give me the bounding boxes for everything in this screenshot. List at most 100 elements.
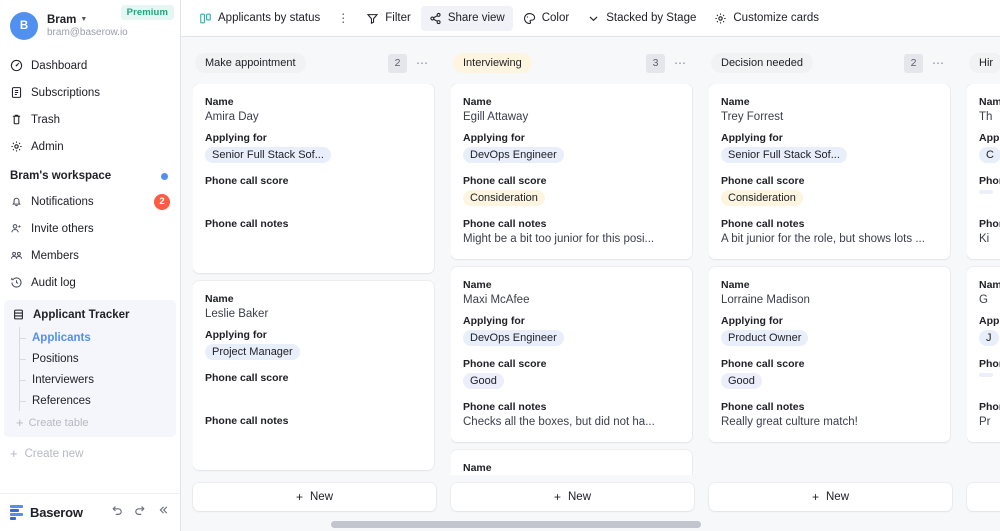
field-label-applying-for: Applying for	[463, 132, 525, 144]
sidebar-item-members[interactable]: Members	[0, 242, 180, 269]
gear-icon	[714, 12, 727, 25]
sidebar-table-applicants[interactable]: Applicants	[19, 327, 176, 348]
kanban-card[interactable]: Name Leslie Baker Applying for Project Mana…	[193, 281, 434, 470]
add-card-button[interactable]: + New	[451, 483, 694, 511]
stacked-by-button[interactable]: Stacked by Stage	[579, 6, 704, 31]
sidebar-footer: Baserow	[0, 493, 180, 531]
sidebar-item-notifications[interactable]: Notifications 2	[0, 188, 180, 215]
audit-log-icon	[10, 276, 23, 289]
sidebar-item-invite-others[interactable]: Invite others	[0, 215, 180, 242]
kanban-column-body[interactable]: Name Th Applying for C Phone call score Phon…	[967, 84, 1000, 475]
field-label-phone-call-notes: Phone call notes	[205, 218, 289, 230]
database-header-button[interactable]: Applicant Tracker	[4, 302, 176, 327]
field-value-phone-call-score: Good	[463, 373, 504, 389]
plus-icon: +	[811, 490, 819, 504]
kanban-card[interactable]: Name Egill Attaway Applying for DevOps Engi…	[451, 84, 692, 259]
workspace-status-dot	[161, 172, 168, 180]
kanban-column-body[interactable]: Name Egill Attaway Applying for DevOps Engi…	[451, 84, 694, 475]
field-value-applying-for: Product Owner	[721, 330, 809, 346]
plus-icon: +	[10, 446, 18, 461]
kanban-card[interactable]: NameNameApplying forPhone call scorePhon…	[451, 450, 692, 475]
field-value-applying-for-wrap: Project Manager	[205, 344, 422, 363]
sidebar-item-audit-log[interactable]: Audit log	[0, 269, 180, 296]
add-card-button[interactable]: +New	[709, 483, 952, 511]
field-value-phone-call-notes: Ki	[979, 233, 990, 245]
sidebar-item-subscriptions[interactable]: Subscriptions	[0, 79, 180, 106]
collapse-sidebar-icon[interactable]	[156, 503, 170, 522]
kanban-card[interactable]: Name Trey Forrest Applying for Senior Full …	[709, 84, 950, 259]
field-value-applying-for: DevOps Engineer	[463, 330, 564, 346]
kanban-card[interactable]: Name Lorraine Madison Applying for Product …	[709, 267, 950, 442]
sidebar-table-references[interactable]: References	[19, 390, 176, 411]
view-context-menu-button[interactable]: ⋮	[330, 6, 356, 31]
kanban-card[interactable]: Name Amira Day Applying for Senior Full Sta…	[193, 84, 434, 273]
premium-badge: Premium	[120, 5, 174, 20]
sidebar-table-positions[interactable]: Positions	[19, 348, 176, 369]
field-value-phone-call-score-wrap	[979, 373, 1000, 392]
view-selector-button[interactable]: Applicants by status	[191, 6, 328, 31]
kanban-card[interactable]: Name G Applying for J Phone call score Phone…	[967, 267, 1000, 442]
view-toolbar: Applicants by status ⋮ Filter Share view…	[181, 0, 1000, 37]
undo-icon[interactable]	[110, 503, 124, 522]
sidebar-item-dashboard[interactable]: Dashboard	[0, 52, 180, 79]
baserow-app: Premium B Bram ▼ bram@baserow.io Dashboa…	[0, 0, 1000, 531]
kanban-column-body[interactable]: Name Amira Day Applying for Senior Full Sta…	[193, 84, 436, 475]
kanban-column-title: Hir	[969, 53, 1000, 73]
add-card-label: New	[568, 491, 592, 503]
dashboard-icon	[10, 59, 23, 72]
kanban-column-menu-button[interactable]: ⋯	[416, 57, 428, 69]
field-value-phone-call-notes: Checks all the boxes, but did not ha...	[463, 416, 655, 428]
notifications-badge: 2	[154, 193, 170, 210]
sidebar-item-label: Dashboard	[31, 59, 88, 72]
stacked-by-label: Stacked by Stage	[606, 12, 697, 24]
field-value-phone-call-notes: Really great culture match!	[721, 416, 858, 428]
filter-label: Filter	[385, 12, 411, 24]
board-scroll-thumb[interactable]	[331, 521, 701, 528]
sidebar-main-nav: Dashboard Subscriptions Trash Admin	[0, 46, 180, 160]
kanban-card[interactable]: Name Th Applying for C Phone call score Phon…	[967, 84, 1000, 259]
kanban-column-title: Make appointment	[195, 53, 306, 73]
plus-icon: +	[553, 490, 561, 504]
field-value-applying-for: DevOps Engineer	[463, 147, 564, 163]
create-new-button[interactable]: + Create new	[0, 437, 180, 470]
share-view-button[interactable]: Share view	[420, 5, 513, 31]
field-value-name: Amira Day	[205, 111, 259, 123]
add-card-button[interactable]: +New	[193, 483, 436, 511]
sidebar-item-label: Notifications	[31, 195, 94, 208]
redo-icon[interactable]	[133, 503, 147, 522]
board-horizontal-scrollbar[interactable]	[181, 521, 1000, 528]
subscriptions-icon	[10, 86, 23, 99]
field-value-phone-call-score: Good	[721, 373, 762, 389]
field-value-applying-for: J	[979, 330, 999, 346]
kanban-column-menu-button[interactable]: ⋯	[674, 57, 686, 69]
filter-button[interactable]: Filter	[358, 6, 419, 31]
kanban-card[interactable]: Name Maxi McAfee Applying for DevOps Engine…	[451, 267, 692, 442]
chevron-down-icon: ▼	[80, 16, 88, 24]
field-label-applying-for: Applying for	[979, 315, 1000, 327]
admin-gear-icon	[10, 140, 23, 153]
customize-cards-button[interactable]: Customize cards	[706, 6, 827, 31]
field-value-name: Th	[979, 111, 993, 123]
field-label-name: Name	[721, 96, 750, 108]
sidebar-item-admin[interactable]: Admin	[0, 133, 180, 160]
kanban-card-list: Name Trey Forrest Applying for Senior Full …	[709, 84, 950, 442]
field-label-phone-call-notes: Phone call notes	[463, 218, 547, 230]
kanban-column-title: Interviewing	[453, 53, 532, 73]
field-value-phone-call-score-wrap	[205, 190, 422, 209]
add-card-button[interactable]: +New	[967, 483, 1000, 511]
sidebar-item-trash[interactable]: Trash	[0, 106, 180, 133]
kanban-column-menu-button[interactable]: ⋯	[932, 57, 944, 69]
sidebar-item-label: Trash	[31, 113, 60, 126]
field-value-phone-call-notes: A bit junior for the role, but shows lot…	[721, 233, 925, 245]
create-table-button[interactable]: + Create table	[4, 411, 176, 431]
plus-icon: +	[295, 490, 303, 504]
color-button[interactable]: Color	[515, 6, 577, 31]
sidebar-table-interviewers[interactable]: Interviewers	[19, 369, 176, 390]
kanban-card-list: Name Th Applying for C Phone call score Phon…	[967, 84, 1000, 442]
kanban-column-body[interactable]: Name Trey Forrest Applying for Senior Full …	[709, 84, 952, 475]
field-value-applying-for-wrap: Product Owner	[721, 330, 938, 349]
sidebar-workspace-nav: Notifications 2 Invite others Members Au…	[0, 188, 180, 296]
database-icon	[12, 308, 25, 321]
workspace-header[interactable]: Bram's workspace	[0, 160, 180, 188]
field-value-phone-call-notes: Might be a bit too junior for this posi.…	[463, 233, 655, 245]
